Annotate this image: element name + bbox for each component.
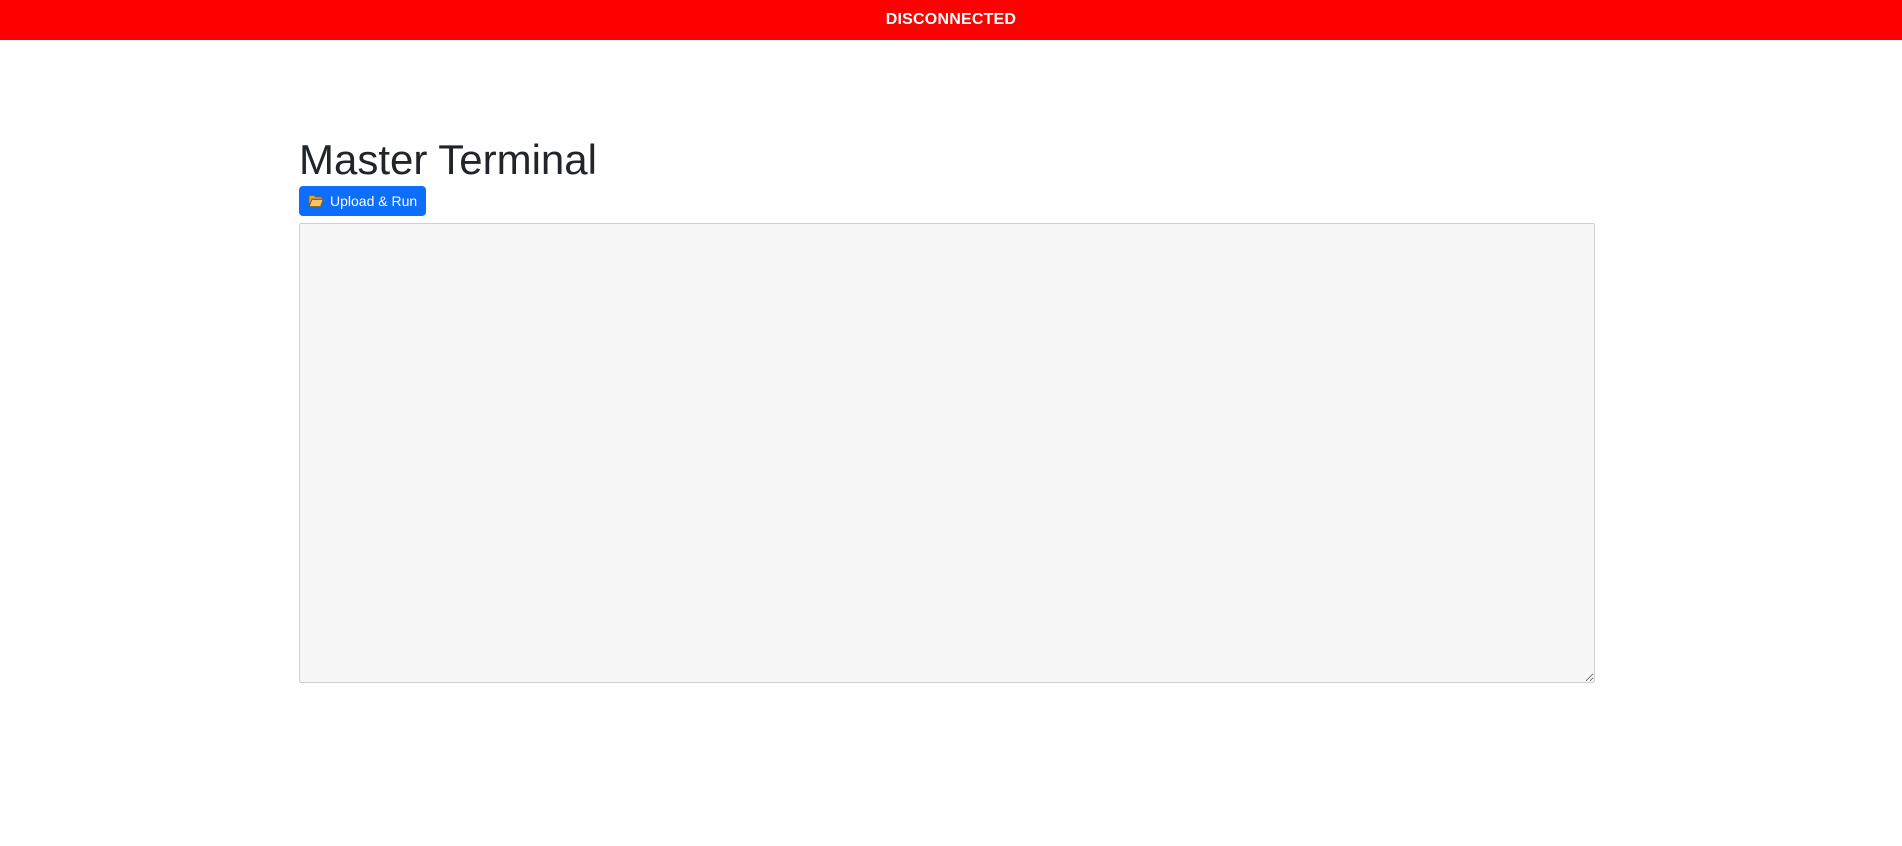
page-title: Master Terminal — [299, 136, 597, 183]
main-container: Master Terminal Upload & Run — [299, 136, 1595, 683]
upload-and-run-label: Upload & Run — [330, 193, 418, 209]
terminal-output[interactable] — [299, 223, 1595, 683]
connection-status-label: DISCONNECTED — [885, 11, 1017, 28]
connection-status-bar: DISCONNECTED — [0, 0, 1902, 40]
folder-open-icon — [308, 194, 324, 208]
upload-and-run-button[interactable]: Upload & Run — [299, 186, 427, 216]
